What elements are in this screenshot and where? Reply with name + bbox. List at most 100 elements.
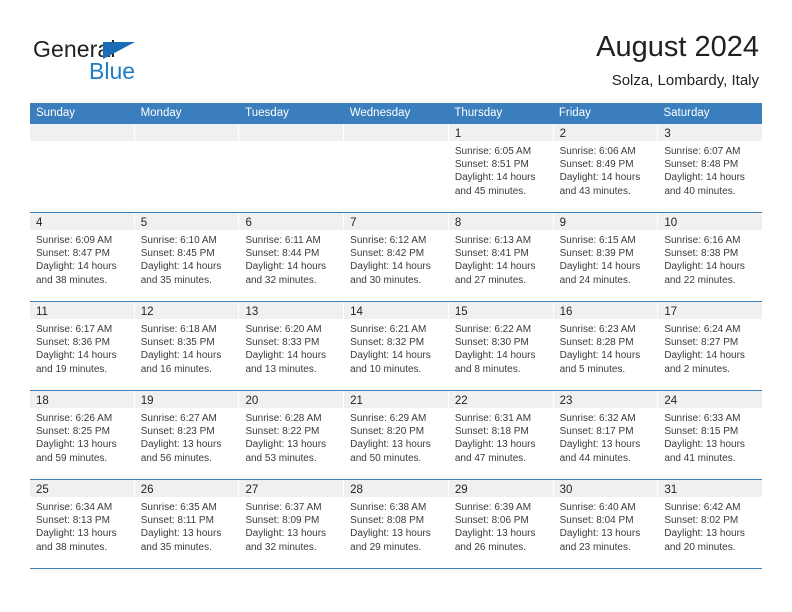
sunrise-time: Sunrise: 6:12 AM [350,235,427,246]
day-number: 29 [454,484,468,496]
sunset-time: Sunset: 8:44 PM [245,248,320,260]
day-number-band: 17 [658,302,763,319]
calendar-day-cell[interactable]: 29 Sunrise: 6:39 AM Sunset: 8:06 PM Dayligh… [448,480,554,568]
daylight-duration-line-2: and 5 minutes. [559,363,626,375]
day-number: 14 [350,306,363,318]
calendar-weeks: 1 Sunrise: 6:05 AM Sunset: 8:51 PM Daylight… [30,124,763,569]
day-sun-info: Sunrise: 6:33 AM Sunset: 8:15 PM Daylight:… [658,408,762,465]
day-number: 11 [36,306,48,318]
calendar-day-cell[interactable]: 20 Sunrise: 6:28 AM Sunset: 8:22 PM Dayligh… [239,391,345,479]
calendar-day-cell[interactable]: 12 Sunrise: 6:18 AM Sunset: 8:35 PM Dayligh… [134,302,240,390]
calendar-day-cell[interactable]: 13 Sunrise: 6:20 AM Sunset: 8:33 PM Dayligh… [239,302,345,390]
calendar-day-cell-empty [239,124,345,212]
calendar-day-cell[interactable]: 30 Sunrise: 6:40 AM Sunset: 8:04 PM Dayligh… [553,480,659,568]
calendar-day-cell[interactable]: 28 Sunrise: 6:38 AM Sunset: 8:08 PM Dayligh… [344,480,449,568]
sunset-time: Sunset: 8:45 PM [140,248,215,260]
day-number: 23 [559,395,573,407]
day-sun-info: Sunrise: 6:12 AM Sunset: 8:42 PM Daylight:… [344,230,448,287]
sunset-time: Sunset: 8:39 PM [559,248,634,260]
day-number: 12 [140,306,154,318]
sunrise-time: Sunrise: 6:06 AM [559,146,636,157]
calendar-day-cell[interactable]: 15 Sunrise: 6:22 AM Sunset: 8:30 PM Dayligh… [448,302,554,390]
daylight-duration-line-1: Daylight: 14 hours [559,172,641,184]
sunrise-time: Sunrise: 6:39 AM [454,502,532,513]
sunset-time: Sunset: 8:36 PM [36,337,110,349]
sunrise-time: Sunrise: 6:26 AM [36,413,113,424]
calendar-day-cell[interactable]: 8 Sunrise: 6:13 AM Sunset: 8:41 PM Daylight… [448,213,554,301]
calendar-day-cell[interactable]: 9 Sunrise: 6:15 AM Sunset: 8:39 PM Daylight… [553,213,659,301]
day-sun-info: Sunrise: 6:27 AM Sunset: 8:23 PM Daylight:… [135,408,239,465]
calendar-day-cell[interactable]: 14 Sunrise: 6:21 AM Sunset: 8:32 PM Dayligh… [344,302,449,390]
day-number: 8 [454,217,462,229]
calendar-day-cell[interactable]: 1 Sunrise: 6:05 AM Sunset: 8:51 PM Daylight… [448,124,554,212]
calendar-day-cell[interactable]: 24 Sunrise: 6:33 AM Sunset: 8:15 PM Dayligh… [658,391,763,479]
day-sun-info: Sunrise: 6:37 AM Sunset: 8:09 PM Daylight:… [239,497,343,554]
calendar-day-cell[interactable]: 26 Sunrise: 6:35 AM Sunset: 8:11 PM Dayligh… [134,480,240,568]
day-sun-info: Sunrise: 6:15 AM Sunset: 8:39 PM Daylight:… [554,230,658,287]
day-number-band: 18 [30,391,134,408]
day-number-band: 28 [344,480,448,497]
calendar-day-cell[interactable]: 7 Sunrise: 6:12 AM Sunset: 8:42 PM Daylight… [344,213,449,301]
day-number: 31 [664,484,678,496]
day-sun-info: Sunrise: 6:09 AM Sunset: 8:47 PM Daylight:… [30,230,134,287]
calendar-day-cell[interactable]: 3 Sunrise: 6:07 AM Sunset: 8:48 PM Daylight… [658,124,763,212]
day-sun-info: Sunrise: 6:26 AM Sunset: 8:25 PM Daylight:… [30,408,134,465]
sunrise-time: Sunrise: 6:33 AM [664,413,741,424]
sunrise-time: Sunrise: 6:21 AM [350,324,427,335]
day-number-band: 16 [553,302,658,319]
page-header: General Blue August 2024 Solza, Lombardy… [0,0,792,100]
sunrise-time: Sunrise: 6:29 AM [350,413,427,424]
daylight-duration-line-1: Daylight: 13 hours [245,528,327,540]
calendar-day-cell[interactable]: 17 Sunrise: 6:24 AM Sunset: 8:27 PM Dayligh… [658,302,763,390]
day-number-band: 15 [448,302,553,319]
daylight-duration-line-1: Daylight: 13 hours [664,528,745,540]
calendar-day-cell[interactable]: 2 Sunrise: 6:06 AM Sunset: 8:49 PM Daylight… [553,124,659,212]
day-sun-info: Sunrise: 6:16 AM Sunset: 8:38 PM Daylight:… [658,230,762,287]
calendar-day-cell[interactable]: 11 Sunrise: 6:17 AM Sunset: 8:36 PM Dayligh… [30,302,135,390]
sunrise-time: Sunrise: 6:22 AM [454,324,532,335]
day-number-band: 22 [448,391,553,408]
day-sun-info: Sunrise: 6:13 AM Sunset: 8:41 PM Daylight:… [449,230,553,287]
sunrise-time: Sunrise: 6:11 AM [245,235,321,246]
day-sun-info: Sunrise: 6:38 AM Sunset: 8:08 PM Daylight:… [344,497,448,554]
brand-logo[interactable]: General Blue [33,36,233,88]
calendar-day-cell[interactable]: 31 Sunrise: 6:42 AM Sunset: 8:02 PM Dayligh… [658,480,763,568]
calendar-day-cell[interactable]: 18 Sunrise: 6:26 AM Sunset: 8:25 PM Dayligh… [30,391,135,479]
day-sun-info: Sunrise: 6:31 AM Sunset: 8:18 PM Daylight:… [449,408,553,465]
weekday-header-row: Sunday Monday Tuesday Wednesday Thursday… [30,103,762,124]
calendar-day-cell[interactable]: 4 Sunrise: 6:09 AM Sunset: 8:47 PM Daylight… [30,213,135,301]
daylight-duration-line-2: and 30 minutes. [350,274,422,286]
calendar-day-cell[interactable]: 22 Sunrise: 6:31 AM Sunset: 8:18 PM Dayligh… [448,391,554,479]
day-number-band: 4 [30,213,134,230]
calendar-day-cell[interactable]: 19 Sunrise: 6:27 AM Sunset: 8:23 PM Dayligh… [134,391,240,479]
day-number-band: 23 [553,391,658,408]
calendar-week-row: 18 Sunrise: 6:26 AM Sunset: 8:25 PM Dayligh… [30,391,763,480]
calendar-day-cell[interactable]: 16 Sunrise: 6:23 AM Sunset: 8:28 PM Dayligh… [553,302,659,390]
calendar-day-cell[interactable]: 5 Sunrise: 6:10 AM Sunset: 8:45 PM Daylight… [134,213,240,301]
day-number-band: 21 [344,391,448,408]
day-number-band: 6 [239,213,344,230]
daylight-duration-line-1: Daylight: 13 hours [559,439,641,451]
daylight-duration-line-2: and 50 minutes. [350,452,422,464]
daylight-duration-line-1: Daylight: 13 hours [559,528,641,540]
day-number-band [134,124,239,141]
daylight-duration-line-1: Daylight: 14 hours [245,350,327,362]
sunrise-time: Sunrise: 6:38 AM [350,502,427,513]
calendar-day-cell[interactable]: 10 Sunrise: 6:16 AM Sunset: 8:38 PM Dayligh… [658,213,763,301]
daylight-duration-line-1: Daylight: 14 hours [36,261,117,273]
calendar-day-cell[interactable]: 23 Sunrise: 6:32 AM Sunset: 8:17 PM Dayligh… [553,391,659,479]
calendar-day-cell[interactable]: 25 Sunrise: 6:34 AM Sunset: 8:13 PM Dayligh… [30,480,135,568]
day-sun-info: Sunrise: 6:06 AM Sunset: 8:49 PM Daylight:… [554,141,658,198]
sunset-time: Sunset: 8:35 PM [140,337,215,349]
daylight-duration-line-1: Daylight: 14 hours [140,261,222,273]
daylight-duration-line-2: and 24 minutes. [559,274,631,286]
calendar-day-cell[interactable]: 27 Sunrise: 6:37 AM Sunset: 8:09 PM Dayligh… [239,480,345,568]
weekday-header-tuesday: Tuesday [245,107,289,119]
sunset-time: Sunset: 8:47 PM [36,248,110,260]
day-number-band: 5 [134,213,239,230]
sunrise-time: Sunrise: 6:24 AM [664,324,741,335]
day-number: 20 [245,395,259,407]
calendar-day-cell[interactable]: 6 Sunrise: 6:11 AM Sunset: 8:44 PM Daylight… [239,213,345,301]
calendar-day-cell[interactable]: 21 Sunrise: 6:29 AM Sunset: 8:20 PM Dayligh… [344,391,449,479]
day-sun-info: Sunrise: 6:32 AM Sunset: 8:17 PM Daylight:… [554,408,658,465]
